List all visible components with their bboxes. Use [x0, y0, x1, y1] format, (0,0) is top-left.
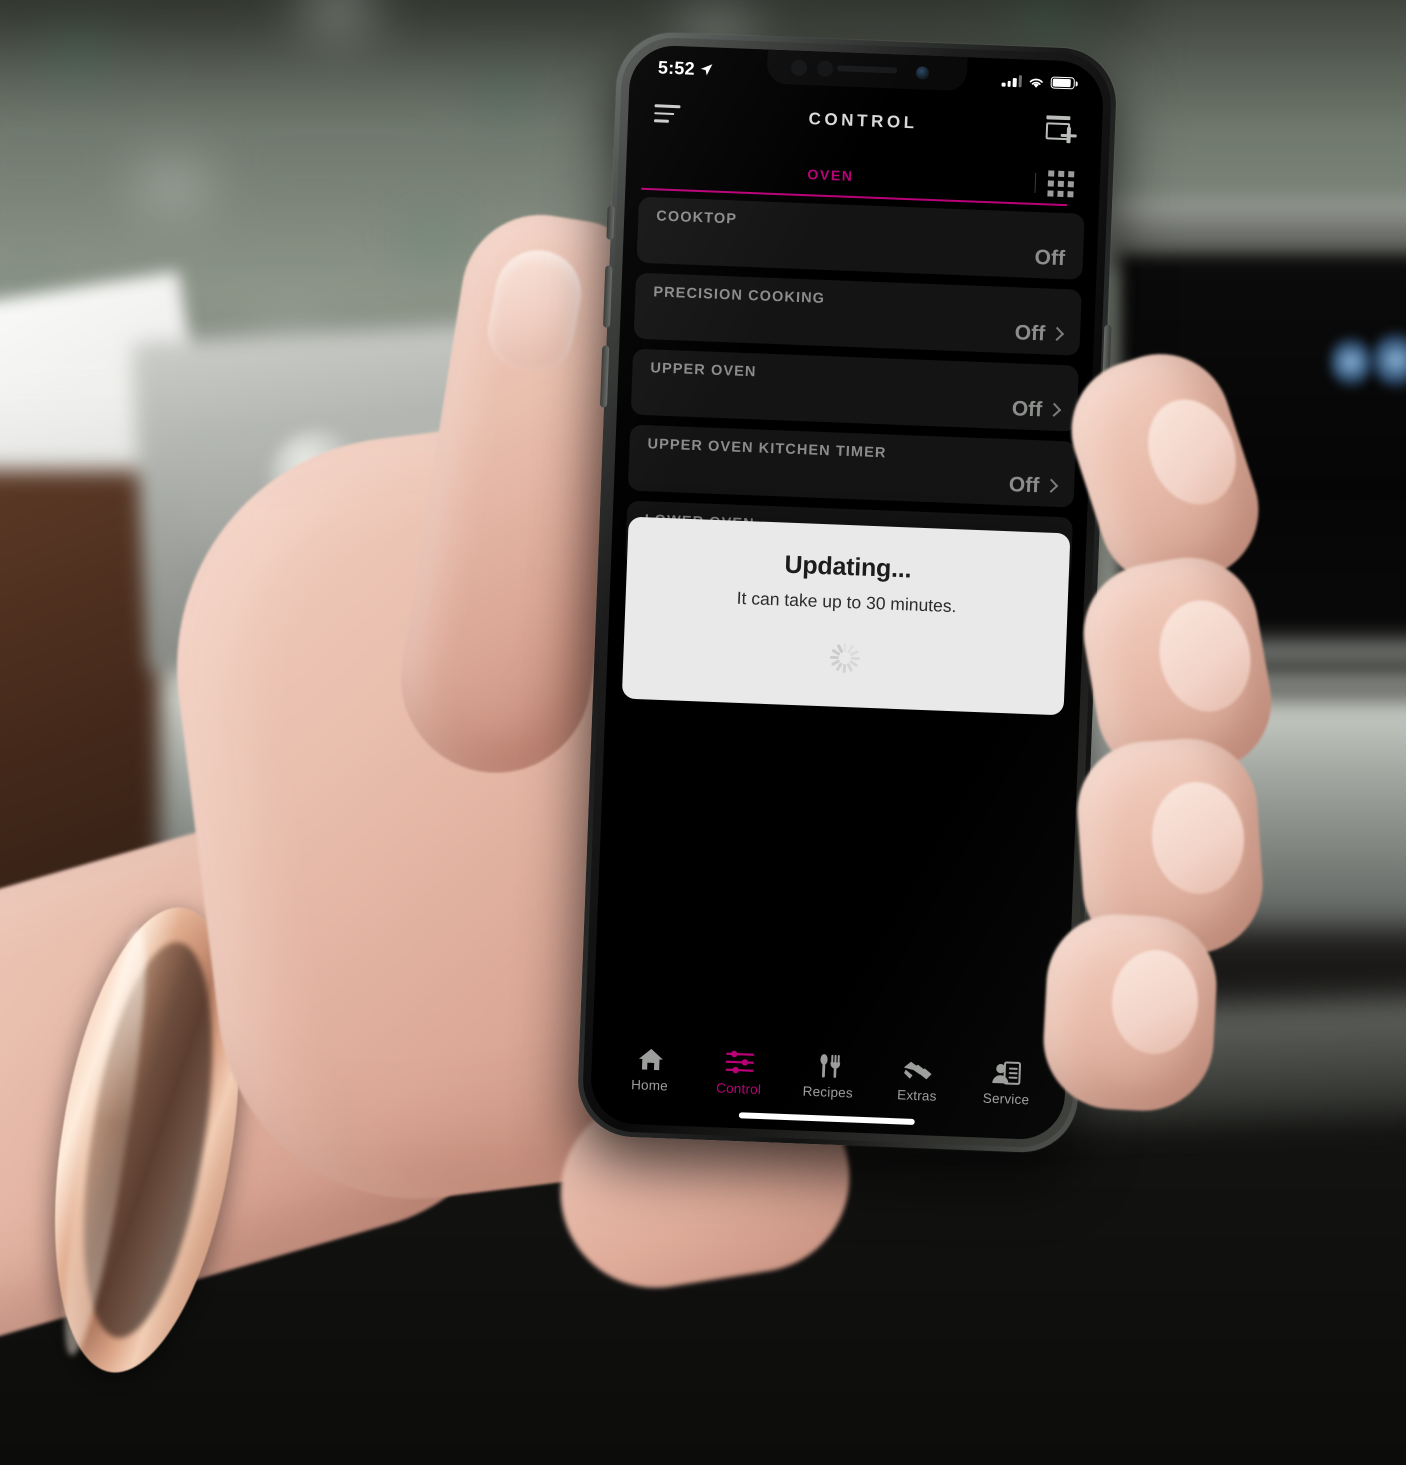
tab-oven[interactable]: OVEN — [807, 166, 854, 184]
row-value-group: Off — [1034, 246, 1065, 271]
table-row[interactable]: PRECISION COOKING Off — [633, 272, 1082, 356]
tab-label: Control — [715, 1080, 762, 1098]
grid-view-icon[interactable] — [1047, 170, 1078, 198]
handshake-icon — [901, 1052, 934, 1083]
hamburger-menu-icon[interactable] — [653, 104, 681, 123]
updating-dialog: Updating... It can take up to 30 minutes… — [621, 516, 1071, 716]
row-value: Off — [1011, 397, 1043, 422]
status-bar-right — [1001, 74, 1078, 90]
dialog-subtitle: It can take up to 30 minutes. — [736, 587, 957, 617]
utensils-icon — [814, 1049, 843, 1080]
bottom-tab-bar: Home Control Recipes Extras Service — [590, 1021, 1067, 1115]
row-value: Off — [1034, 245, 1066, 271]
house-icon — [636, 1042, 665, 1073]
tab-recipes[interactable]: Recipes — [785, 1048, 873, 1101]
tab-control[interactable]: Control — [695, 1045, 783, 1098]
chevron-right-icon — [1050, 326, 1065, 341]
table-row[interactable]: UPPER OVEN Off — [630, 348, 1079, 432]
status-bar-left: 5:52 — [658, 57, 714, 80]
cellular-signal-icon — [1001, 75, 1022, 88]
row-value-group: Off — [1011, 397, 1062, 423]
add-card-icon[interactable] — [1045, 115, 1076, 142]
service-person-icon — [992, 1056, 1023, 1087]
home-indicator-bar[interactable] — [738, 1112, 915, 1125]
row-label: PRECISION COOKING — [653, 284, 826, 307]
wifi-icon — [1029, 78, 1043, 88]
loading-spinner-icon — [829, 642, 860, 673]
tab-label: Recipes — [802, 1083, 854, 1101]
table-row[interactable]: UPPER OVEN KITCHEN TIMER Off — [627, 424, 1076, 508]
oven-indicator-light — [1330, 335, 1372, 389]
tab-divider — [1034, 172, 1037, 193]
sliders-icon — [723, 1046, 756, 1077]
tab-label: Service — [982, 1090, 1030, 1108]
row-label: COOKTOP — [655, 208, 738, 228]
page-title: CONTROL — [808, 109, 919, 133]
tab-extras[interactable]: Extras — [874, 1051, 962, 1104]
chevron-right-icon — [1047, 402, 1062, 417]
row-value-group: Off — [1014, 321, 1065, 347]
row-label: UPPER OVEN — [650, 360, 757, 381]
chevron-right-icon — [1044, 478, 1059, 493]
tab-home[interactable]: Home — [606, 1041, 694, 1094]
location-arrow-icon — [700, 63, 713, 75]
row-value-group: Off — [1008, 473, 1059, 499]
status-time: 5:52 — [657, 56, 696, 79]
row-label: UPPER OVEN KITCHEN TIMER — [647, 436, 887, 462]
phone-screen: 5:52 CONTROL OVEN COOKTOP Off PRECISION … — [589, 44, 1105, 1141]
smartphone: 5:52 CONTROL OVEN COOKTOP Off PRECISION … — [575, 30, 1119, 1155]
table-row[interactable]: COOKTOP Off — [636, 196, 1085, 280]
tab-label: Extras — [896, 1087, 937, 1104]
row-value: Off — [1008, 473, 1040, 498]
tab-service[interactable]: Service — [963, 1055, 1051, 1108]
tab-label: Home — [630, 1077, 669, 1094]
row-value: Off — [1014, 321, 1046, 346]
mute-switch[interactable] — [606, 205, 615, 240]
dialog-title: Updating... — [784, 550, 912, 584]
battery-full-icon — [1050, 76, 1078, 90]
